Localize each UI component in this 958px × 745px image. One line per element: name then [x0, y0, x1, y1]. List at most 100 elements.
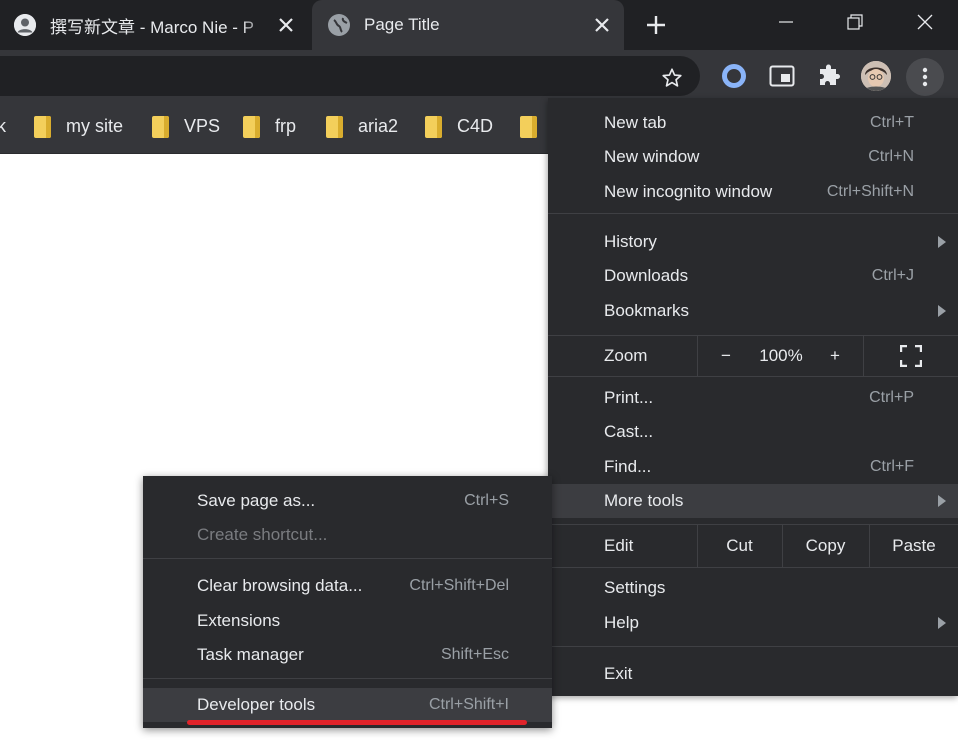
bookmark-label: my site: [66, 116, 124, 136]
submenu-item-create-shortcut[interactable]: Create shortcut...: [143, 518, 552, 552]
submenu-arrow-icon: [938, 495, 946, 507]
annotation-underline: [187, 720, 527, 725]
menu-item-label: Clear browsing data...: [197, 576, 363, 595]
cut-button[interactable]: Cut: [698, 525, 781, 567]
zoom-label: Zoom: [604, 346, 648, 365]
more-tools-submenu: Save page as... Ctrl+S Create shortcut..…: [143, 476, 552, 728]
menu-separator: [143, 558, 552, 559]
menu-item-label: Help: [604, 613, 639, 632]
restore-icon: [847, 14, 863, 30]
menu-item-history[interactable]: History: [548, 225, 958, 259]
menu-separator: [143, 678, 552, 679]
close-icon: [917, 14, 933, 30]
menu-separator: [548, 213, 958, 214]
minimize-icon: [779, 21, 793, 23]
menu-item-label: New window: [604, 147, 700, 166]
menu-item-bookmarks[interactable]: Bookmarks: [548, 294, 958, 328]
tab-strip: 撰写新文章 - Marco Nie - P Page Title: [0, 0, 958, 50]
bookmark-label: VPS: [184, 116, 221, 136]
menu-item-label: Find...: [604, 457, 652, 476]
folder-icon: [34, 115, 51, 138]
kebab-menu-icon: [922, 67, 928, 87]
picture-in-picture-icon[interactable]: [768, 62, 796, 90]
bookmark-folder-vps[interactable]: VPS: [152, 100, 220, 153]
tab-marco-nie[interactable]: 撰写新文章 - Marco Nie - P: [0, 0, 308, 50]
menu-item-label: Task manager: [197, 645, 304, 664]
menu-item-label: Exit: [604, 664, 633, 683]
submenu-arrow-icon: [938, 617, 946, 629]
menu-item-more-tools[interactable]: More tools: [548, 484, 958, 518]
menu-item-label: Save page as...: [197, 491, 316, 510]
bookmark-folder-c4d[interactable]: C4D: [425, 100, 493, 153]
folder-icon: [243, 115, 260, 138]
menu-item-label: More tools: [604, 491, 684, 510]
submenu-item-save-page-as[interactable]: Save page as... Ctrl+S: [143, 484, 552, 518]
menu-item-settings[interactable]: Settings: [548, 571, 958, 605]
menu-item-label: Print...: [604, 388, 654, 407]
menu-item-label: Extensions: [197, 611, 281, 630]
bookmark-folder-my-site[interactable]: my site: [34, 100, 123, 153]
new-tab-button[interactable]: [640, 9, 672, 41]
bookmark-folder-aria2[interactable]: aria2: [326, 100, 398, 153]
chrome-menu-button[interactable]: [906, 58, 944, 96]
menu-item-label: New tab: [604, 113, 667, 132]
submenu-item-extensions[interactable]: Extensions: [143, 604, 552, 638]
tab-close-icon[interactable]: [274, 13, 298, 37]
edit-label: Edit: [604, 536, 634, 555]
zoom-out-button[interactable]: −: [713, 343, 739, 369]
menu-item-label: History: [604, 232, 657, 251]
chrome-main-menu: New tab Ctrl+T New window Ctrl+N New inc…: [548, 98, 958, 696]
restore-button[interactable]: [832, 0, 878, 44]
tab-page-title[interactable]: Page Title: [312, 0, 624, 50]
submenu-item-task-manager[interactable]: Task manager Shift+Esc: [143, 638, 552, 672]
submenu-item-clear-browsing-data[interactable]: Clear browsing data... Ctrl+Shift+Del: [143, 569, 552, 603]
menu-item-print[interactable]: Print... Ctrl+P: [548, 381, 958, 415]
menu-item-label: Downloads: [604, 266, 689, 285]
menu-item-shortcut: Ctrl+Shift+I: [428, 696, 509, 713]
window-close-button[interactable]: [902, 0, 948, 44]
tab-close-icon[interactable]: [590, 13, 614, 37]
address-bar[interactable]: [0, 56, 700, 96]
profile-avatar[interactable]: [861, 61, 891, 91]
bookmark-folder-frp[interactable]: frp: [243, 100, 296, 153]
menu-item-shortcut: Ctrl+S: [464, 492, 509, 509]
menu-item-find[interactable]: Find... Ctrl+F: [548, 450, 958, 484]
bookmark-label: frp: [275, 116, 297, 136]
menu-separator: [548, 646, 958, 647]
zoom-in-button[interactable]: +: [822, 343, 848, 369]
menu-item-new-window[interactable]: New window Ctrl+N: [548, 140, 958, 174]
folder-icon: [152, 115, 169, 138]
menu-item-label: Developer tools: [197, 695, 316, 714]
menu-item-shortcut: Ctrl+N: [868, 148, 914, 165]
paste-button[interactable]: Paste: [870, 525, 958, 567]
menu-item-cast[interactable]: Cast...: [548, 415, 958, 449]
edit-row: Edit Cut Copy Paste: [548, 525, 958, 567]
divider: [863, 336, 864, 376]
star-icon[interactable]: [658, 64, 686, 92]
person-icon: [14, 14, 36, 36]
copy-button[interactable]: Copy: [783, 525, 868, 567]
tab-title: 撰写新文章 - Marco Nie - P: [50, 17, 255, 37]
zoom-level: 100%: [759, 346, 803, 365]
menu-item-shortcut: Shift+Esc: [440, 646, 509, 663]
menu-item-help[interactable]: Help: [548, 606, 958, 640]
menu-item-shortcut: Ctrl+F: [870, 458, 914, 475]
menu-item-label: New incognito window: [604, 182, 773, 201]
tab-title: Page Title: [364, 15, 440, 34]
puzzle-icon[interactable]: [815, 62, 843, 90]
submenu-arrow-icon: [938, 236, 946, 248]
menu-item-new-incognito-window[interactable]: New incognito window Ctrl+Shift+N: [548, 175, 958, 209]
menu-item-shortcut: Ctrl+T: [870, 114, 914, 131]
extension-ring-icon[interactable]: [720, 62, 748, 90]
menu-item-new-tab[interactable]: New tab Ctrl+T: [548, 106, 958, 140]
minimize-button[interactable]: [763, 0, 809, 44]
bookmark-item[interactable]: k: [0, 100, 6, 153]
divider: [697, 336, 698, 376]
menu-item-downloads[interactable]: Downloads Ctrl+J: [548, 259, 958, 293]
fullscreen-button[interactable]: [898, 343, 924, 369]
menu-item-label: Cast...: [604, 422, 654, 441]
menu-item-label: Bookmarks: [604, 301, 690, 320]
submenu-item-developer-tools[interactable]: Developer tools Ctrl+Shift+I: [143, 688, 552, 722]
menu-item-exit[interactable]: Exit: [548, 657, 958, 691]
menu-item-label: Settings: [604, 578, 666, 597]
